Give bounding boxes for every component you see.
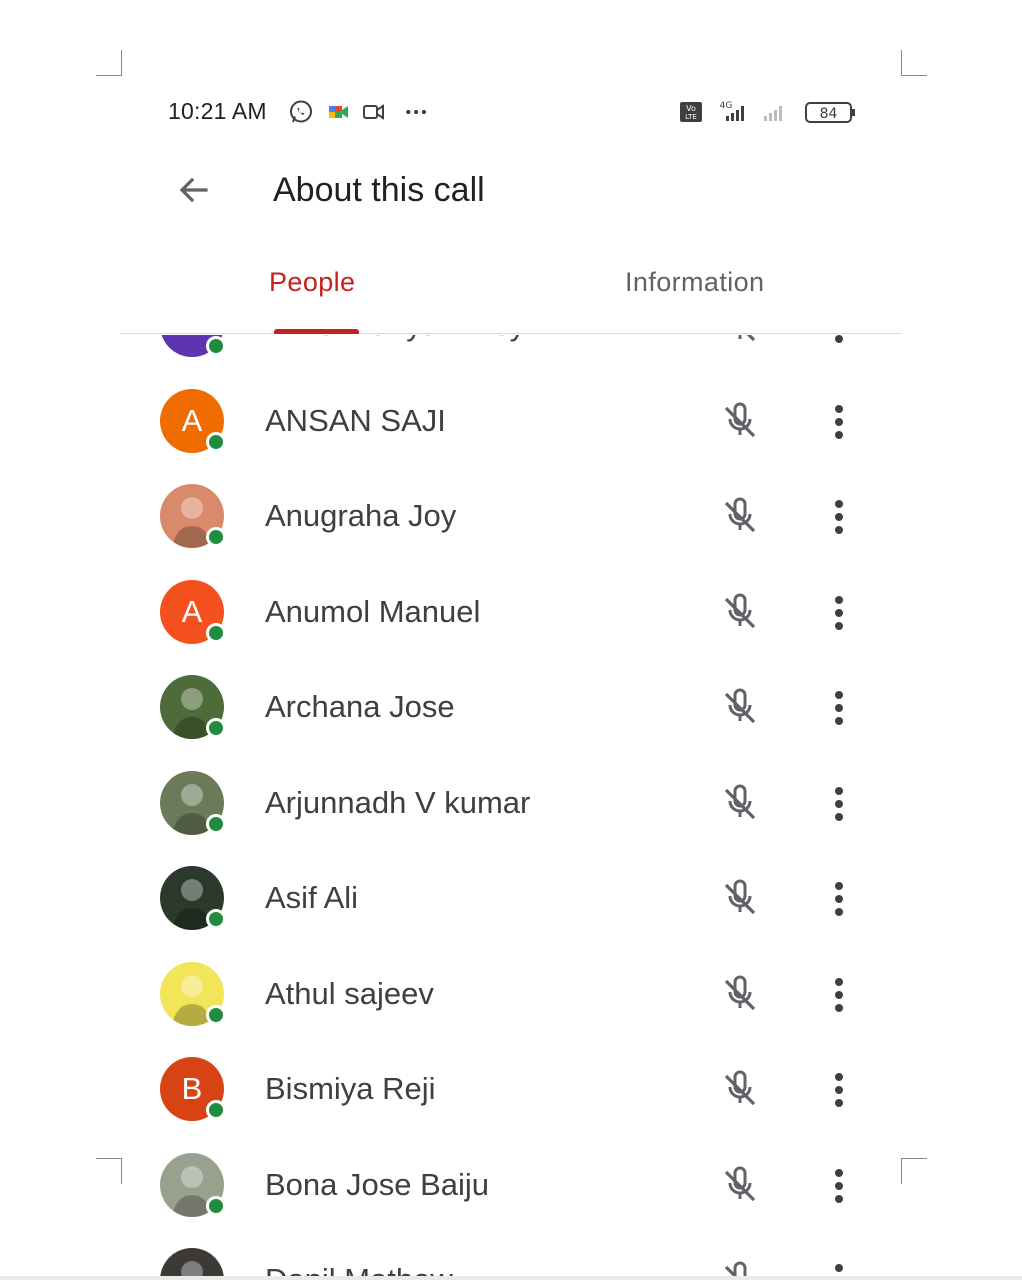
status-time: 10:21 AM: [168, 98, 267, 124]
mic-off-icon[interactable]: [718, 400, 762, 444]
participant-row[interactable]: Asif Ali: [120, 851, 902, 947]
tab-bar: People Information: [120, 255, 902, 334]
page-title: About this call: [273, 171, 485, 209]
participant-list: AAnna Mariya BineyAANSAN SAJI Anugraha Jo…: [120, 335, 902, 1280]
active-tab-indicator: [274, 329, 359, 334]
app-bar: About this call: [120, 160, 902, 220]
arrow-back-icon[interactable]: [172, 168, 216, 212]
participant-row[interactable]: A Anumol Manuel: [120, 565, 902, 661]
more-vert-icon[interactable]: [820, 1066, 858, 1114]
more-vert-icon[interactable]: [820, 335, 858, 350]
participant-row[interactable]: AAnna Mariya Biney: [120, 335, 902, 374]
online-indicator: [206, 813, 226, 834]
network-type-label: 4G: [720, 101, 733, 111]
participant-row[interactable]: Athul sajeev: [120, 947, 902, 1043]
participant-name: Anna Mariya Biney: [265, 335, 525, 343]
mic-off-icon[interactable]: [718, 973, 762, 1017]
participant-name: Bismiya Reji: [265, 1071, 436, 1106]
more-vert-icon[interactable]: [820, 971, 858, 1019]
mic-off-icon[interactable]: [718, 495, 762, 539]
online-indicator: [206, 718, 226, 738]
participant-row[interactable]: Danil Mathew: [120, 1233, 902, 1280]
crop-mark-bottom-left: [96, 1158, 122, 1184]
meet-icon: [329, 106, 348, 118]
mic-off-icon[interactable]: [718, 335, 762, 348]
whatsapp-icon: [290, 100, 312, 123]
signal-weak-icon: [764, 106, 782, 121]
system-status-icons: Vo LTE 4G 84: [680, 101, 855, 123]
participant-row[interactable]: Archana Jose: [120, 660, 902, 756]
more-vert-icon[interactable]: [820, 780, 858, 828]
more-vert-icon[interactable]: [820, 875, 858, 923]
online-indicator: [206, 527, 226, 547]
more-vert-icon[interactable]: [820, 398, 858, 446]
status-bar: 10:21 AM Vo LTE 4G 84: [168, 96, 860, 128]
page-bottom-edge: [0, 1276, 1022, 1280]
tab-information[interactable]: Information: [625, 267, 764, 298]
mic-off-icon[interactable]: [718, 1068, 762, 1112]
battery-icon: 84: [805, 102, 855, 123]
crop-mark-bottom-right: [901, 1158, 927, 1184]
participant-name: Athul sajeev: [265, 975, 434, 1011]
volte-icon: Vo LTE: [680, 102, 702, 122]
participant-row[interactable]: B Bismiya Reji: [120, 1042, 902, 1138]
online-indicator: [206, 1004, 226, 1025]
more-vert-icon[interactable]: [820, 1162, 858, 1210]
participant-row[interactable]: A ANSAN SAJI: [120, 374, 902, 470]
online-indicator: [206, 431, 226, 452]
participant-row[interactable]: Bona Jose Baiju: [120, 1138, 902, 1234]
online-indicator: [206, 622, 226, 643]
participant-name: ANSAN SAJI: [265, 402, 446, 438]
participant-name: Arjunnadh V kumar: [265, 784, 531, 820]
mic-off-icon[interactable]: [718, 782, 762, 826]
participant-name: Anugraha Joy: [265, 498, 457, 533]
online-indicator: [206, 909, 226, 929]
online-indicator: [206, 1100, 226, 1120]
more-vert-icon[interactable]: [820, 589, 858, 637]
participant-name: Bona Jose Baiju: [265, 1166, 490, 1202]
mic-off-icon[interactable]: [718, 591, 762, 635]
participant-row[interactable]: Arjunnadh V kumar: [120, 756, 902, 852]
svg-text:Vo: Vo: [686, 104, 696, 113]
crop-mark-top-right: [901, 50, 927, 76]
online-indicator: [206, 336, 226, 356]
more-horiz-icon: [406, 109, 427, 115]
online-indicator: [206, 1195, 226, 1216]
crop-mark-top-left: [96, 50, 122, 76]
video-camera-icon: [363, 104, 384, 120]
participant-name: Asif Ali: [265, 880, 359, 915]
participant-row[interactable]: Anugraha Joy: [120, 469, 902, 565]
mic-off-icon[interactable]: [718, 1164, 762, 1208]
mic-off-icon[interactable]: [718, 686, 762, 730]
participant-name: Anumol Manuel: [265, 593, 481, 629]
svg-text:LTE: LTE: [685, 113, 697, 121]
participant-name: Archana Jose: [265, 689, 455, 724]
tab-people[interactable]: People: [269, 267, 355, 298]
mic-off-icon[interactable]: [718, 877, 762, 921]
more-vert-icon[interactable]: [820, 684, 858, 732]
battery-level: 84: [820, 106, 838, 122]
more-vert-icon[interactable]: [820, 493, 858, 541]
